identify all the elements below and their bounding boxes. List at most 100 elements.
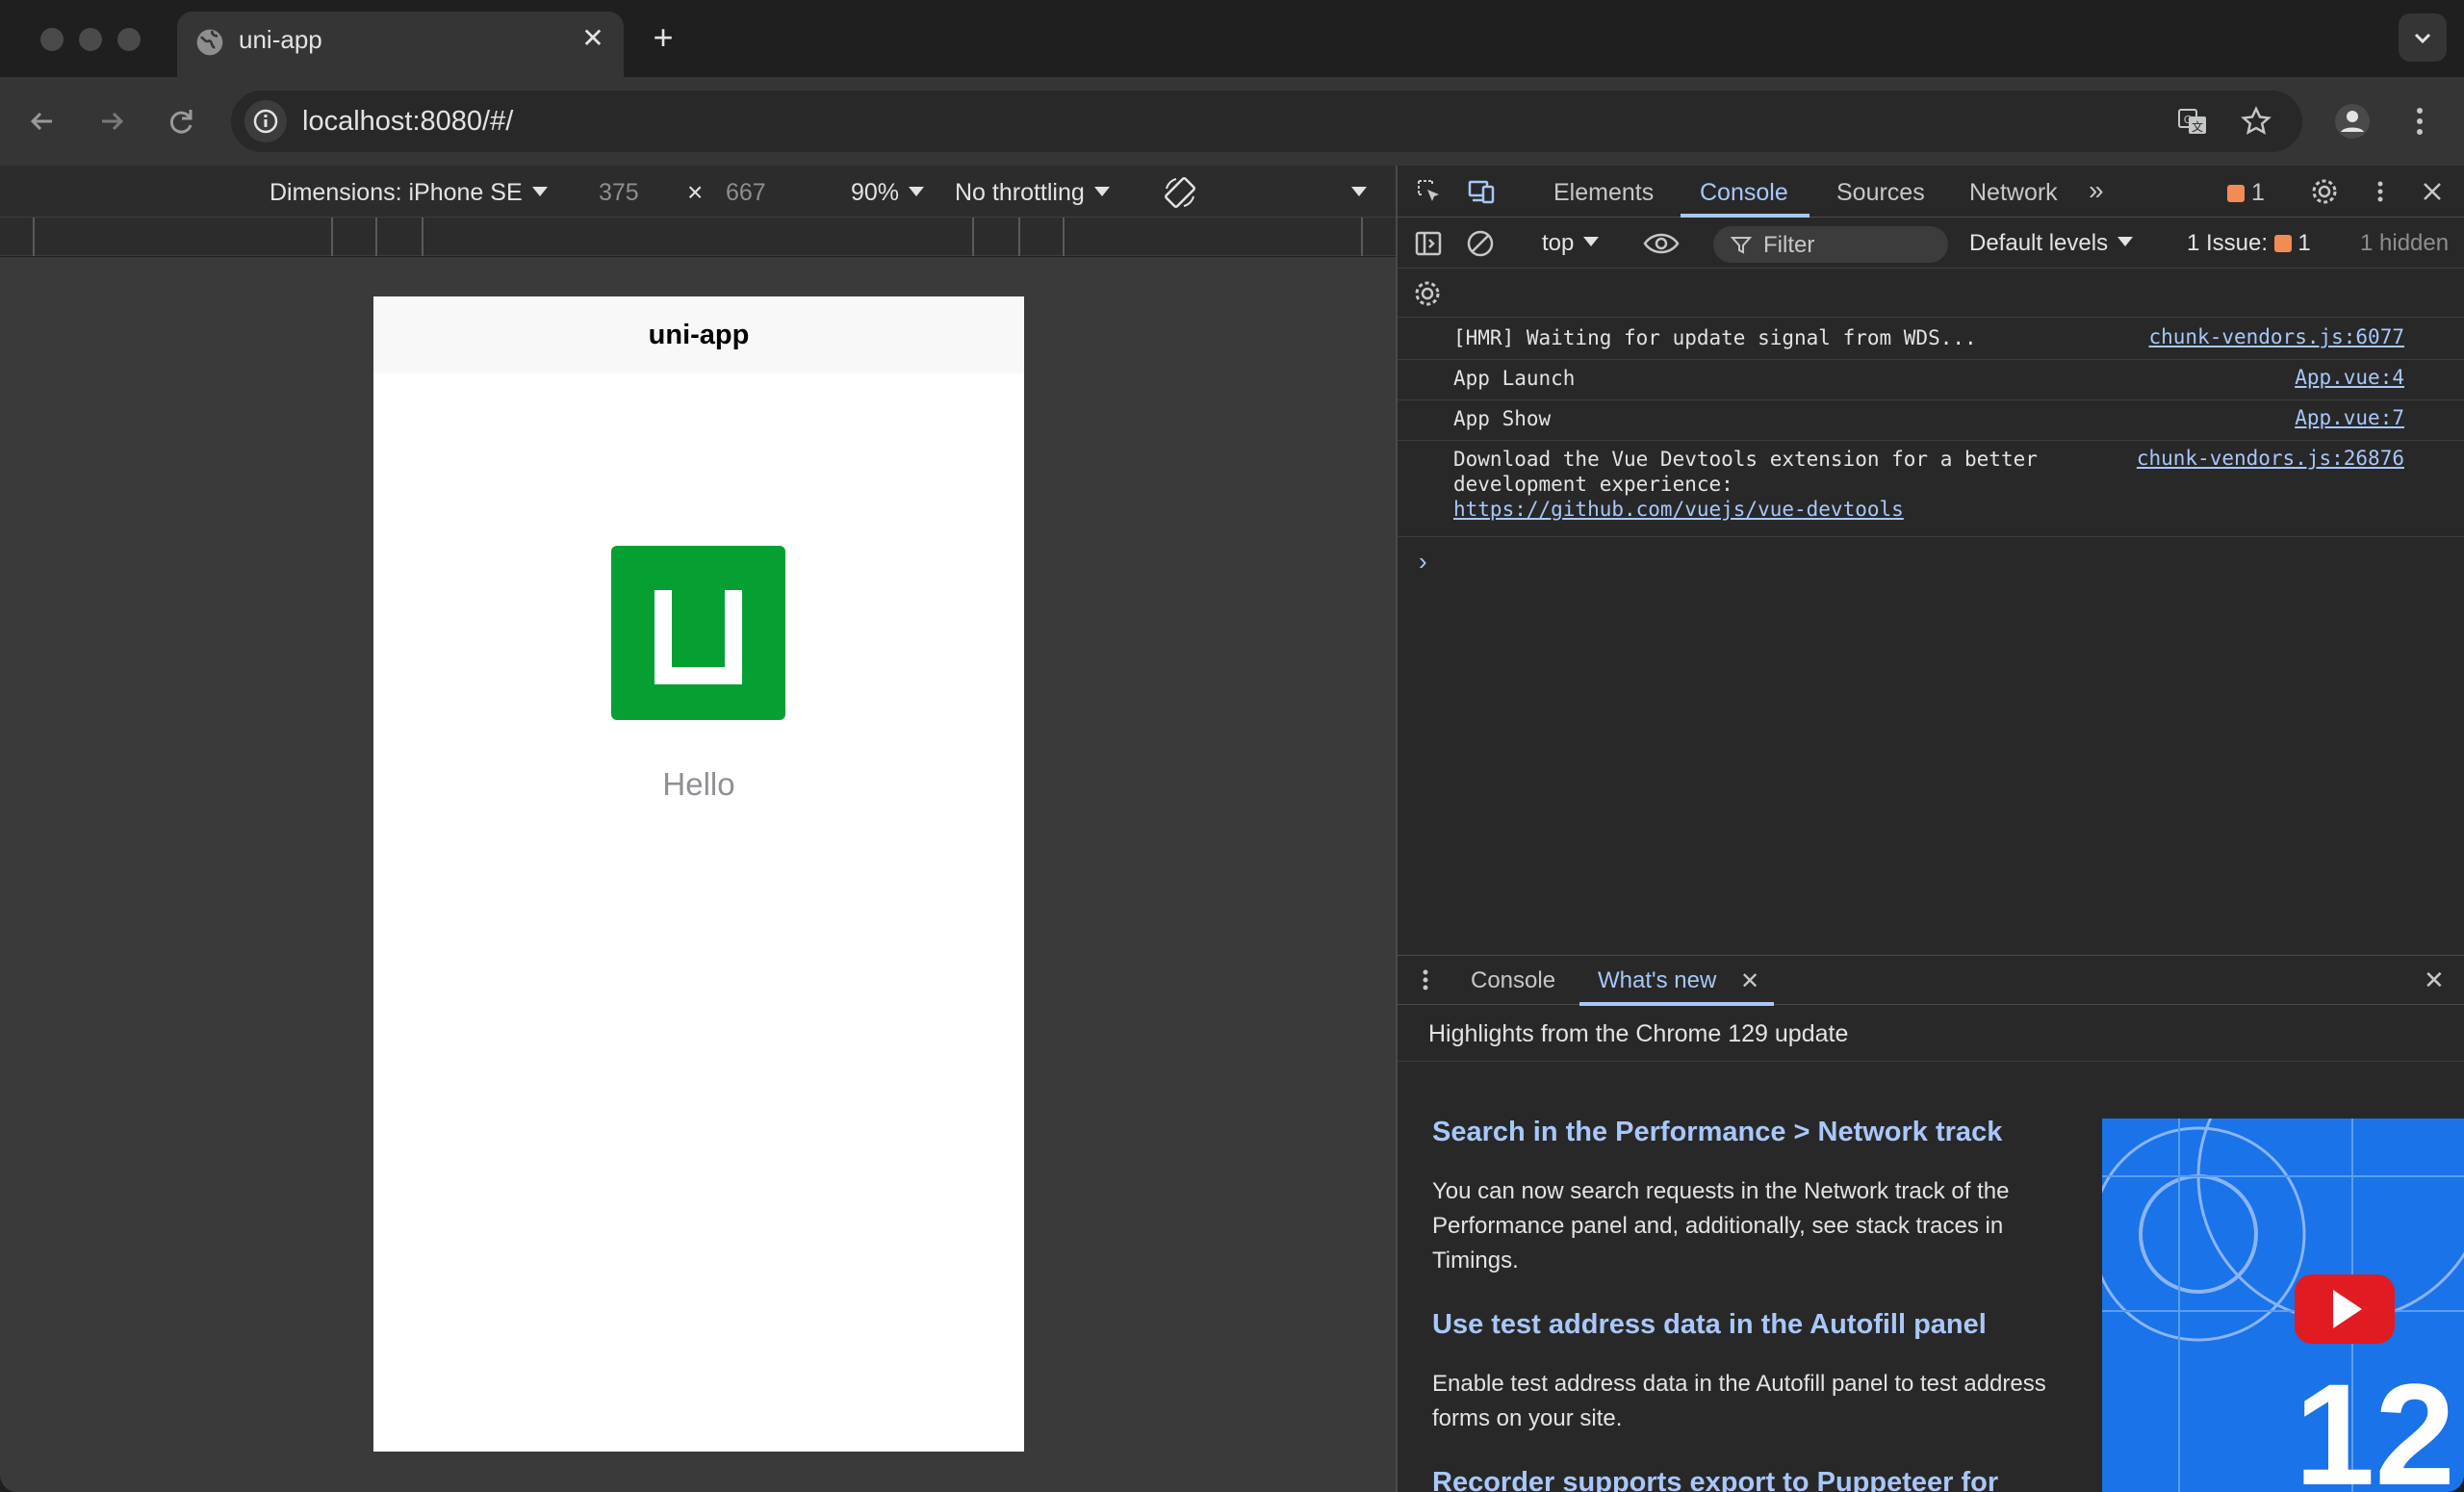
tab-network[interactable]: Network [1969, 179, 2058, 207]
issues-counter[interactable]: 1 [2227, 179, 2265, 207]
console-source-link[interactable]: App.vue:7 [2295, 406, 2404, 429]
hidden-count: 1 hidden [2360, 230, 2450, 256]
filter-input[interactable]: Filter [1713, 226, 1948, 263]
device-viewport: uni-app Hello [0, 257, 1396, 1492]
throttling-dropdown[interactable]: No throttling [955, 179, 1110, 207]
close-whats-new-icon[interactable]: ✕ [1740, 967, 1759, 995]
ruler-tick [422, 218, 424, 256]
tab-title: uni-app [239, 25, 322, 54]
chrome-update-video-thumbnail[interactable]: 12 [2102, 1119, 2464, 1492]
drawer-tab-whats-new[interactable]: What's new [1598, 967, 1716, 994]
console-message: App Launch App.vue:4 [1398, 360, 2464, 400]
profile-button[interactable] [2329, 98, 2375, 144]
devtools-tabbar: Elements Console Sources Network » 1 [1398, 166, 2464, 218]
issues-link[interactable]: 1 Issue: 1 [2187, 230, 2311, 257]
console-toolbar: top Filter Default levels 1 Issue: 1 1 h… [1398, 219, 2464, 269]
reload-icon [169, 110, 192, 134]
width-input[interactable]: 375 [599, 179, 639, 207]
console-settings-row [1398, 270, 2464, 318]
drawer-menu-icon[interactable] [1411, 965, 1440, 994]
bookmark-star-icon[interactable] [2239, 104, 2273, 139]
forward-button[interactable] [89, 98, 135, 144]
browser-menu-button[interactable] [2397, 98, 2443, 144]
console-message-text: App Launch [1453, 367, 1576, 390]
device-toolbar: Dimensions: iPhone SE 375 × 667 90% No t… [0, 166, 1396, 218]
sidebar-toggle-icon[interactable] [1413, 228, 1444, 259]
console-source-link[interactable]: chunk-vendors.js:26876 [2137, 447, 2404, 470]
throttling-label: No throttling [955, 179, 1085, 206]
close-window-button[interactable] [40, 28, 64, 51]
console-source-link[interactable]: chunk-vendors.js:6077 [2148, 325, 2404, 348]
drawer-tab-console[interactable]: Console [1471, 967, 1555, 994]
uni-app-logo [611, 546, 785, 720]
ruler-tick [33, 218, 35, 256]
arrow-right-icon [102, 112, 124, 131]
thumbnail-version-text: 12 [2295, 1353, 2455, 1492]
console-message-text: [HMR] Waiting for update signal from WDS… [1453, 326, 1977, 349]
tab-search-button[interactable] [2399, 13, 2447, 62]
maximize-window-button[interactable] [117, 28, 141, 51]
filter-funnel-icon [1731, 237, 1752, 254]
zoom-dropdown[interactable]: 90% [851, 179, 925, 207]
dimensions-dropdown[interactable]: Dimensions: iPhone SE [270, 179, 548, 207]
whats-new-item-title[interactable]: Search in the Performance > Network trac… [1432, 1117, 2002, 1148]
console-source-link[interactable]: App.vue:4 [2295, 366, 2404, 389]
console-prompt-icon[interactable]: › [1419, 547, 1427, 577]
app-nav-title: uni-app [648, 320, 750, 350]
inspect-element-icon[interactable] [1415, 177, 1444, 206]
close-drawer-icon[interactable]: ✕ [2424, 965, 2445, 995]
caret-down-icon [531, 187, 548, 196]
height-input[interactable]: 667 [726, 179, 766, 207]
close-tab-icon[interactable]: ✕ [576, 21, 610, 56]
whats-new-item-title[interactable]: Recorder supports export to Puppeteer fo… [1432, 1467, 1998, 1492]
times-separator: × [687, 177, 704, 207]
ruler-tick [1361, 218, 1363, 256]
whats-new-item-body: Enable test address data in the Autofill… [1432, 1371, 2046, 1431]
console-message: [HMR] Waiting for update signal from WDS… [1398, 320, 2464, 360]
more-options-caret-icon[interactable] [1351, 187, 1367, 196]
address-bar[interactable]: localhost:8080/#/ 文G [231, 90, 2302, 152]
ruler-tick [331, 218, 333, 256]
tab-elements[interactable]: Elements [1553, 179, 1654, 207]
svg-text:G: G [2184, 114, 2193, 126]
reload-button[interactable] [158, 98, 204, 144]
tab-console[interactable]: Console [1700, 179, 1788, 207]
tab-sources[interactable]: Sources [1836, 179, 1925, 207]
whats-new-item-title[interactable]: Use test address data in the Autofill pa… [1432, 1309, 1987, 1341]
live-expression-eye-icon[interactable] [1642, 230, 1681, 257]
close-devtools-icon[interactable] [2418, 177, 2447, 206]
arrow-left-icon [30, 112, 52, 131]
back-button[interactable] [19, 98, 65, 144]
context-selector[interactable]: top [1542, 230, 1600, 257]
active-tab-indicator [1681, 214, 1810, 218]
clear-console-icon[interactable] [1465, 228, 1496, 259]
chevron-down-icon [2414, 33, 2431, 44]
more-tabs-icon[interactable]: » [2089, 175, 2104, 206]
caret-down-icon [2118, 237, 2134, 246]
thumbnail-graphic: 12 [2102, 1119, 2464, 1492]
more-vertical-icon[interactable] [2366, 177, 2395, 206]
devtools-panel: Elements Console Sources Network » 1 top… [1396, 166, 2464, 1492]
new-tab-button[interactable]: + [643, 17, 683, 58]
settings-gear-icon[interactable] [2310, 177, 2339, 206]
console-settings-gear-icon[interactable] [1413, 279, 1442, 308]
log-levels-dropdown[interactable]: Default levels [1969, 230, 2134, 257]
vue-devtools-link[interactable]: https://github.com/vuejs/vue-devtools [1453, 498, 1904, 521]
site-info-button[interactable] [244, 100, 287, 142]
rotate-icon[interactable] [1161, 173, 1199, 212]
profile-icon [2335, 104, 2370, 139]
browser-tab[interactable]: uni-app ✕ [177, 12, 624, 77]
media-query-ruler [0, 218, 1396, 256]
svg-text:文: 文 [2192, 119, 2203, 134]
device-toggle-icon[interactable] [1467, 177, 1496, 206]
more-vertical-icon [2417, 108, 2423, 135]
url-text: localhost:8080/#/ [302, 106, 514, 137]
drawer-active-indicator [1579, 1002, 1774, 1006]
minimize-window-button[interactable] [79, 28, 102, 51]
caret-down-icon [1583, 237, 1600, 246]
translate-icon[interactable]: 文G [2175, 104, 2210, 139]
ruler-tick [1018, 218, 1020, 256]
console-message: Download the Vue Devtools extension for … [1398, 441, 2464, 537]
logo-u-shape [654, 590, 742, 684]
ruler-tick [1063, 218, 1065, 256]
